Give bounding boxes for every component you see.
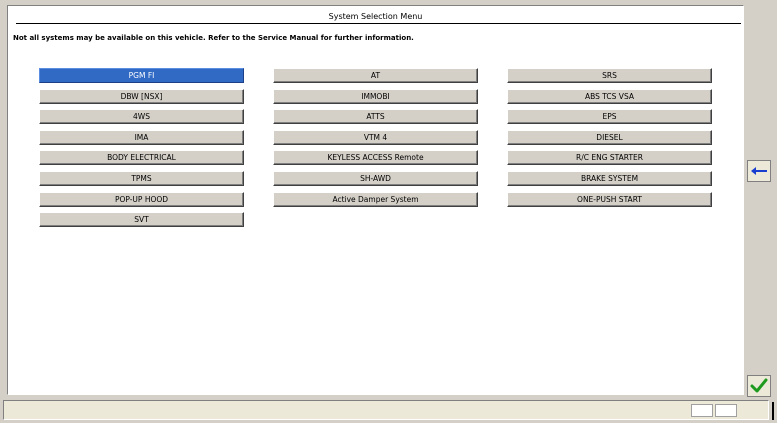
system-button-sh-awd[interactable]: SH-AWD bbox=[273, 171, 478, 186]
status-cell-2 bbox=[715, 404, 737, 417]
confirm-button[interactable] bbox=[747, 375, 771, 397]
system-button-tpms[interactable]: TPMS bbox=[39, 171, 244, 186]
system-button-one-push-start[interactable]: ONE-PUSH START bbox=[507, 192, 712, 207]
system-button-keyless-access-remote[interactable]: KEYLESS ACCESS Remote bbox=[273, 150, 478, 165]
system-button-immobi[interactable]: IMMOBI bbox=[273, 89, 478, 104]
system-button-pgm-fi[interactable]: PGM FI bbox=[39, 68, 244, 83]
system-button-atts[interactable]: ATTS bbox=[273, 109, 478, 124]
system-button-vtm-4[interactable]: VTM 4 bbox=[273, 130, 478, 145]
system-button-at[interactable]: AT bbox=[273, 68, 478, 83]
system-button-srs[interactable]: SRS bbox=[507, 68, 712, 83]
system-button-pop-up-hood[interactable]: POP-UP HOOD bbox=[39, 192, 244, 207]
page-title: System Selection Menu bbox=[328, 12, 423, 21]
system-button-eps[interactable]: EPS bbox=[507, 109, 712, 124]
system-button-diesel[interactable]: DIESEL bbox=[507, 130, 712, 145]
left-arrow-icon bbox=[751, 167, 767, 175]
system-button-active-damper-system[interactable]: Active Damper System bbox=[273, 192, 478, 207]
checkmark-icon bbox=[750, 378, 768, 393]
system-button-4ws[interactable]: 4WS bbox=[39, 109, 244, 124]
system-button-dbw-nsx[interactable]: DBW [NSX] bbox=[39, 89, 244, 104]
system-button-abs-tcs-vsa[interactable]: ABS TCS VSA bbox=[507, 89, 712, 104]
system-button-body-electrical[interactable]: BODY ELECTRICAL bbox=[39, 150, 244, 165]
availability-notice: Not all systems may be available on this… bbox=[13, 34, 414, 42]
system-button-r-c-eng-starter[interactable]: R/C ENG STARTER bbox=[507, 150, 712, 165]
main-panel: System Selection Menu Not all systems ma… bbox=[7, 5, 744, 395]
resize-grip[interactable] bbox=[772, 402, 774, 420]
status-cell-1 bbox=[691, 404, 713, 417]
back-button[interactable] bbox=[747, 160, 771, 182]
status-bar bbox=[3, 400, 769, 420]
app-window: System Selection Menu Not all systems ma… bbox=[0, 0, 777, 423]
system-button-svt[interactable]: SVT bbox=[39, 212, 244, 227]
system-button-ima[interactable]: IMA bbox=[39, 130, 244, 145]
system-button-brake-system[interactable]: BRAKE SYSTEM bbox=[507, 171, 712, 186]
title-divider bbox=[16, 23, 741, 24]
